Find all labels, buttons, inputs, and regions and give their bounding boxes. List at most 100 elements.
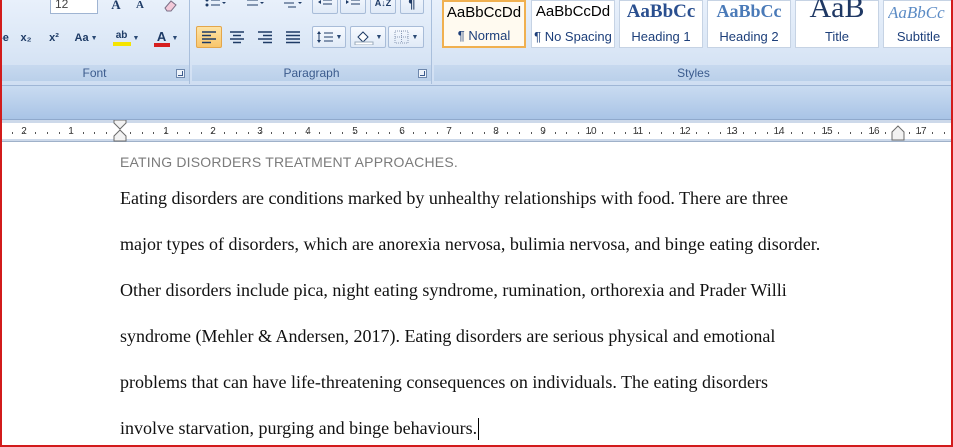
- pilcrow-icon: ¶: [408, 0, 416, 11]
- line-spacing-icon: [316, 31, 333, 43]
- increase-indent-button[interactable]: [340, 0, 366, 14]
- paragraph-line: problems that can have life-threatening …: [120, 372, 768, 392]
- paragraph-line: syndrome (Mehler & Andersen, 2017). Eati…: [120, 326, 776, 346]
- bullets-icon: [205, 0, 226, 7]
- ruler-tick: [354, 132, 355, 134]
- align-center-button[interactable]: [224, 26, 250, 48]
- bullets-button[interactable]: [200, 0, 230, 14]
- clear-formatting-button[interactable]: [156, 0, 184, 16]
- style-tile-heading-1[interactable]: AaBbCc Heading 1: [619, 0, 703, 48]
- first-line-indent-marker-icon[interactable]: [113, 120, 127, 142]
- style-tile-no-spacing[interactable]: AaBbCcDd ¶ No Spacing: [531, 0, 615, 48]
- font-color-swatch: [153, 42, 170, 47]
- ruler-tick: [826, 132, 827, 134]
- justify-button[interactable]: [280, 26, 306, 48]
- multilevel-list-button[interactable]: [274, 0, 306, 14]
- ruler-tick: [378, 132, 379, 134]
- ruler-tick: [661, 132, 662, 134]
- ruler-tick: [873, 132, 874, 134]
- ruler-tick: [484, 132, 485, 134]
- shrink-font-label: A: [136, 0, 144, 11]
- frame-border-left: [0, 0, 2, 447]
- shading-button[interactable]: ▼: [350, 26, 386, 48]
- paragraph-group-label: Paragraph: [192, 65, 431, 81]
- sort-icon: A↓Z: [374, 0, 392, 8]
- ruler-tick: [153, 132, 154, 134]
- style-sample: AaB: [809, 0, 865, 24]
- horizontal-ruler[interactable]: 2 1 1 2 3 4 5 6 7 8 9 10 11 12 13 14 15 …: [0, 120, 953, 142]
- decrease-indent-icon: [318, 0, 332, 5]
- ruler-tick: [767, 132, 768, 134]
- font-size-combo[interactable]: 12: [50, 0, 98, 14]
- superscript-label: x²: [49, 32, 59, 44]
- ruler-tick: [177, 132, 178, 134]
- ribbon-bottom-band: [0, 86, 953, 120]
- decrease-indent-button[interactable]: [312, 0, 338, 14]
- document-page[interactable]: EATING DISORDERS TREATMENT APPROACHES. E…: [0, 142, 953, 447]
- ruler-tick: [189, 132, 190, 134]
- ruler-tick: [932, 132, 933, 134]
- justify-icon: [286, 31, 300, 44]
- paragraph-line: involve starvation, purging and binge be…: [120, 418, 478, 438]
- font-size-value: 12: [55, 0, 69, 11]
- ruler-tick: [366, 132, 367, 134]
- ruler-tick: [59, 132, 60, 134]
- eraser-icon: [164, 0, 177, 12]
- ruler-tick: [649, 132, 650, 134]
- ruler-tick: [684, 132, 685, 134]
- style-name: ¶ Normal: [457, 28, 511, 43]
- borders-icon: [394, 30, 409, 44]
- subscript-label: x₂: [20, 32, 32, 44]
- styles-group-label: Styles: [434, 65, 953, 81]
- show-formatting-marks-button[interactable]: ¶: [400, 0, 424, 14]
- grow-font-button[interactable]: A: [104, 0, 128, 16]
- superscript-button[interactable]: x²: [42, 27, 66, 49]
- numbering-button[interactable]: [236, 0, 268, 14]
- paragraph-dialog-launcher-icon[interactable]: [418, 69, 427, 78]
- ruler-tick: [909, 132, 910, 134]
- paragraph-line: Eating disorders are conditions marked b…: [120, 188, 788, 208]
- ruler-tick: [248, 132, 249, 134]
- ruler-tick: [271, 132, 272, 134]
- align-right-button[interactable]: [252, 26, 278, 48]
- ruler-number: 16: [868, 126, 880, 137]
- sort-button[interactable]: A↓Z: [370, 0, 396, 14]
- ruler-number: 15: [821, 126, 833, 137]
- change-case-button[interactable]: Aa ▼: [70, 27, 102, 49]
- ruler-tick: [720, 132, 721, 134]
- paragraph-group: A↓Z ¶ ▼ ▼ ▼ Paragraph: [192, 0, 432, 84]
- ruler-tick: [330, 132, 331, 134]
- ruler-tick: [673, 132, 674, 134]
- ruler-tick: [201, 132, 202, 134]
- right-indent-marker-icon[interactable]: [891, 124, 905, 142]
- style-sample: AaBbCcDd: [535, 3, 611, 20]
- ruler-tick: [838, 132, 839, 134]
- font-dialog-launcher-icon[interactable]: [176, 69, 185, 78]
- align-left-button[interactable]: [196, 26, 222, 48]
- highlight-color-button[interactable]: ab ▼: [108, 27, 144, 49]
- subscript-button[interactable]: x₂: [14, 27, 38, 49]
- chevron-down-icon: ▼: [90, 34, 98, 42]
- ruler-tick: [779, 132, 780, 134]
- ruler-tick: [555, 132, 556, 134]
- line-spacing-button[interactable]: ▼: [312, 26, 346, 48]
- style-tile-normal[interactable]: AaBbCcDd ¶ Normal: [442, 0, 526, 48]
- ruler-tick: [283, 132, 284, 134]
- shrink-font-button[interactable]: A: [128, 0, 152, 16]
- ruler-tick: [212, 132, 213, 134]
- chevron-down-icon: ▼: [411, 33, 419, 41]
- font-color-button[interactable]: A ▼: [148, 27, 184, 49]
- style-tile-subtitle[interactable]: AaBbCc Subtitle: [883, 0, 953, 48]
- numbering-icon: [247, 0, 264, 6]
- ruler-number: 10: [585, 126, 597, 137]
- style-tile-title[interactable]: AaB Title: [795, 0, 879, 48]
- chevron-down-icon: ▼: [132, 34, 140, 42]
- style-tile-heading-2[interactable]: AaBbCc Heading 2: [707, 0, 791, 48]
- ruler-tick: [130, 132, 131, 134]
- paragraph-line: Other disorders include pica, night eati…: [120, 280, 787, 300]
- align-center-icon: [230, 31, 244, 44]
- font-group: 12 A A ‑e x₂ x² Aa ▼ ab ▼ A ▼ Font: [0, 0, 190, 84]
- style-name: Title: [824, 29, 850, 44]
- style-sample: AaBbCc: [626, 1, 696, 22]
- borders-button[interactable]: ▼: [388, 26, 424, 48]
